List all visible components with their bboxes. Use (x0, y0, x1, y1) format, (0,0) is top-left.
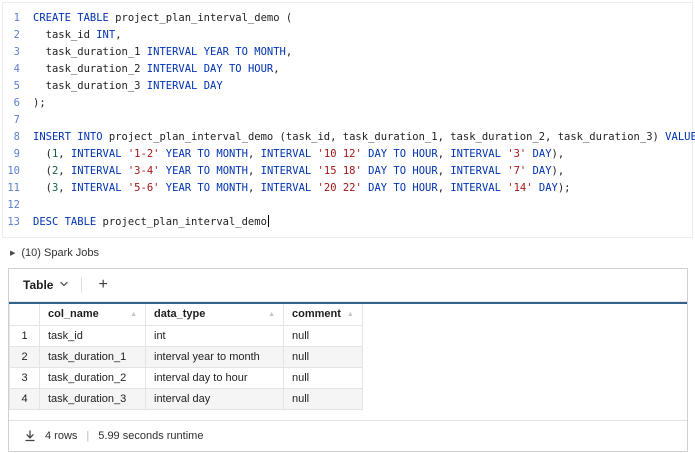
table-row[interactable]: 3 task_duration_2 interval day to hour null (9, 366, 363, 389)
line-number: 3 (13, 46, 20, 58)
code-line[interactable]: 5 task_duration_3 INTERVAL DAY (3, 78, 688, 95)
chevron-down-icon (59, 278, 69, 292)
download-icon[interactable] (24, 430, 36, 442)
line-number: 13 (7, 216, 20, 228)
results-grid: col_name ▲ data_type ▲ comment ▲ 1 task_… (9, 302, 687, 410)
table-header-row: col_name ▲ data_type ▲ comment ▲ (9, 304, 363, 326)
cell-data_type: interval year to month (145, 345, 284, 368)
code-line[interactable]: 12 (3, 197, 688, 214)
cell-col_name: task_id (39, 324, 146, 347)
code-text: (1, INTERVAL '1-2' YEAR TO MONTH, INTERV… (33, 148, 565, 160)
cell-comment: null (283, 387, 363, 410)
table-row[interactable]: 4 task_duration_3 interval day null (9, 387, 363, 410)
column-header-comment[interactable]: comment ▲ (283, 304, 363, 326)
sort-icon[interactable]: ▲ (130, 311, 137, 318)
code-line[interactable]: 1 CREATE TABLE project_plan_interval_demo… (3, 10, 688, 27)
code-lines: 1 CREATE TABLE project_plan_interval_demo… (3, 10, 695, 231)
row-number: 1 (9, 324, 40, 347)
footer-divider: | (86, 430, 90, 442)
code-text: task_id INT, (33, 29, 122, 41)
line-number: 10 (7, 165, 20, 177)
expand-arrow-icon: ▶ (10, 249, 16, 257)
code-text: (2, INTERVAL '3-4' YEAR TO MONTH, INTERV… (33, 165, 565, 177)
cell-data_type: int (145, 324, 284, 347)
column-header-data-type[interactable]: data_type ▲ (145, 304, 284, 326)
code-line[interactable]: 13 DESC TABLE project_plan_interval_demo (3, 214, 688, 231)
row-number: 3 (9, 366, 40, 389)
line-number: 8 (13, 131, 20, 143)
row-number: 2 (9, 345, 40, 368)
column-header-col-name[interactable]: col_name ▲ (39, 304, 146, 326)
results-panel: Table + col_name ▲ data_type ▲ comment ▲… (8, 268, 688, 452)
cell-comment: null (283, 345, 363, 368)
cell-col_name: task_duration_1 (39, 345, 146, 368)
text-cursor (267, 215, 270, 227)
code-text: DESC TABLE project_plan_interval_demo (33, 214, 270, 231)
code-text: task_duration_1 INTERVAL YEAR TO MONTH, (33, 46, 293, 58)
line-number: 11 (7, 182, 20, 194)
code-text: task_duration_2 INTERVAL DAY TO HOUR, (33, 63, 280, 75)
line-number: 9 (13, 148, 20, 160)
row-number: 4 (9, 387, 40, 410)
cell-data_type: interval day (145, 387, 284, 410)
spark-jobs-label: (10) Spark Jobs (21, 247, 100, 259)
line-number: 6 (13, 97, 20, 109)
line-number: 1 (13, 12, 20, 24)
code-line[interactable]: 3 task_duration_1 INTERVAL YEAR TO MONTH… (3, 44, 688, 61)
line-number: 5 (13, 80, 20, 92)
code-line[interactable]: 9 (1, INTERVAL '1-2' YEAR TO MONTH, INTE… (3, 146, 688, 163)
line-number: 12 (7, 199, 20, 211)
code-line[interactable]: 8 INSERT INTO project_plan_interval_demo … (3, 129, 695, 146)
code-line[interactable]: 7 (3, 112, 688, 129)
spark-jobs-toggle[interactable]: ▶ (10) Spark Jobs (0, 238, 695, 268)
cell-comment: null (283, 324, 363, 347)
runtime-label: 5.99 seconds runtime (98, 430, 204, 442)
code-text: INSERT INTO project_plan_interval_demo (… (33, 131, 695, 143)
tab-table-label: Table (23, 278, 54, 292)
results-table: col_name ▲ data_type ▲ comment ▲ 1 task_… (9, 304, 363, 410)
code-text: ); (33, 97, 46, 109)
code-line[interactable]: 6); (3, 95, 688, 112)
code-text: task_duration_3 INTERVAL DAY (33, 80, 223, 92)
sort-icon[interactable]: ▲ (268, 311, 275, 318)
line-number: 7 (13, 114, 20, 126)
sql-editor[interactable]: 1 CREATE TABLE project_plan_interval_demo… (2, 2, 695, 238)
line-number: 4 (13, 63, 20, 75)
code-text: (3, INTERVAL '5-6' YEAR TO MONTH, INTERV… (33, 182, 571, 194)
notebook-cell: 1 CREATE TABLE project_plan_interval_demo… (0, 2, 695, 452)
results-table-body: 1 task_id int null 2 task_duration_1 interval … (9, 324, 363, 410)
tab-divider (81, 277, 83, 293)
code-text: CREATE TABLE project_plan_interval_demo … (33, 12, 293, 24)
add-visualization-button[interactable]: + (94, 277, 111, 293)
results-footer: 4 rows | 5.99 seconds runtime (9, 420, 687, 451)
cell-data_type: interval day to hour (145, 366, 284, 389)
code-line[interactable]: 2 task_id INT, (3, 27, 688, 44)
column-label: comment (292, 308, 341, 321)
row-count: 4 rows (45, 430, 78, 442)
code-line[interactable]: 11 (3, INTERVAL '5-6' YEAR TO MONTH, INT… (3, 180, 688, 197)
cell-comment: null (283, 366, 363, 389)
sort-icon[interactable]: ▲ (347, 311, 354, 318)
line-number: 2 (13, 29, 20, 41)
table-row[interactable]: 2 task_duration_1 interval year to month nu… (9, 345, 363, 368)
code-line[interactable]: 10 (2, INTERVAL '3-4' YEAR TO MONTH, INT… (3, 163, 688, 180)
corner-header[interactable] (9, 304, 40, 326)
table-row[interactable]: 1 task_id int null (9, 324, 363, 347)
cell-col_name: task_duration_2 (39, 366, 146, 389)
tab-table[interactable]: Table (23, 278, 69, 292)
code-line[interactable]: 4 task_duration_2 INTERVAL DAY TO HOUR, (3, 61, 688, 78)
cell-col_name: task_duration_3 (39, 387, 146, 410)
column-label: data_type (154, 308, 206, 321)
results-tabbar: Table + (9, 269, 687, 302)
column-label: col_name (48, 308, 99, 321)
